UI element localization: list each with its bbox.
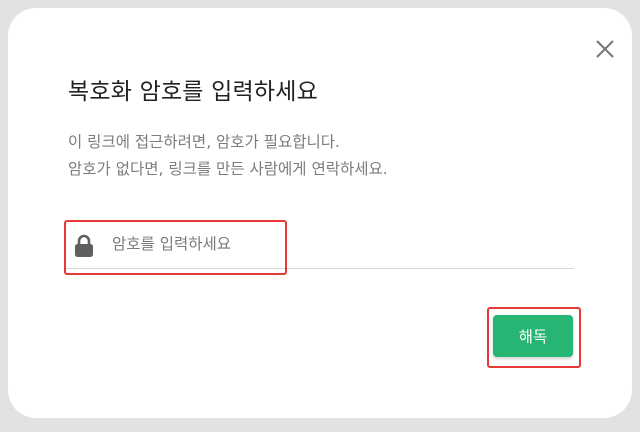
lock-icon bbox=[74, 234, 94, 258]
close-button[interactable] bbox=[586, 30, 624, 68]
dialog-description: 이 링크에 접근하려면, 암호가 필요합니다. 암호가 없다면, 링크를 만든 … bbox=[68, 129, 388, 183]
decrypt-button[interactable]: 해독 bbox=[493, 315, 573, 357]
dialog-title: 복호화 암호를 입력하세요 bbox=[68, 79, 318, 105]
description-line-1: 이 링크에 접근하려면, 암호가 필요합니다. bbox=[68, 133, 340, 151]
password-field bbox=[64, 221, 574, 269]
description-line-2: 암호가 없다면, 링크를 만든 사람에게 연락하세요. bbox=[68, 160, 388, 178]
password-input[interactable] bbox=[112, 229, 552, 259]
close-icon bbox=[596, 40, 614, 58]
